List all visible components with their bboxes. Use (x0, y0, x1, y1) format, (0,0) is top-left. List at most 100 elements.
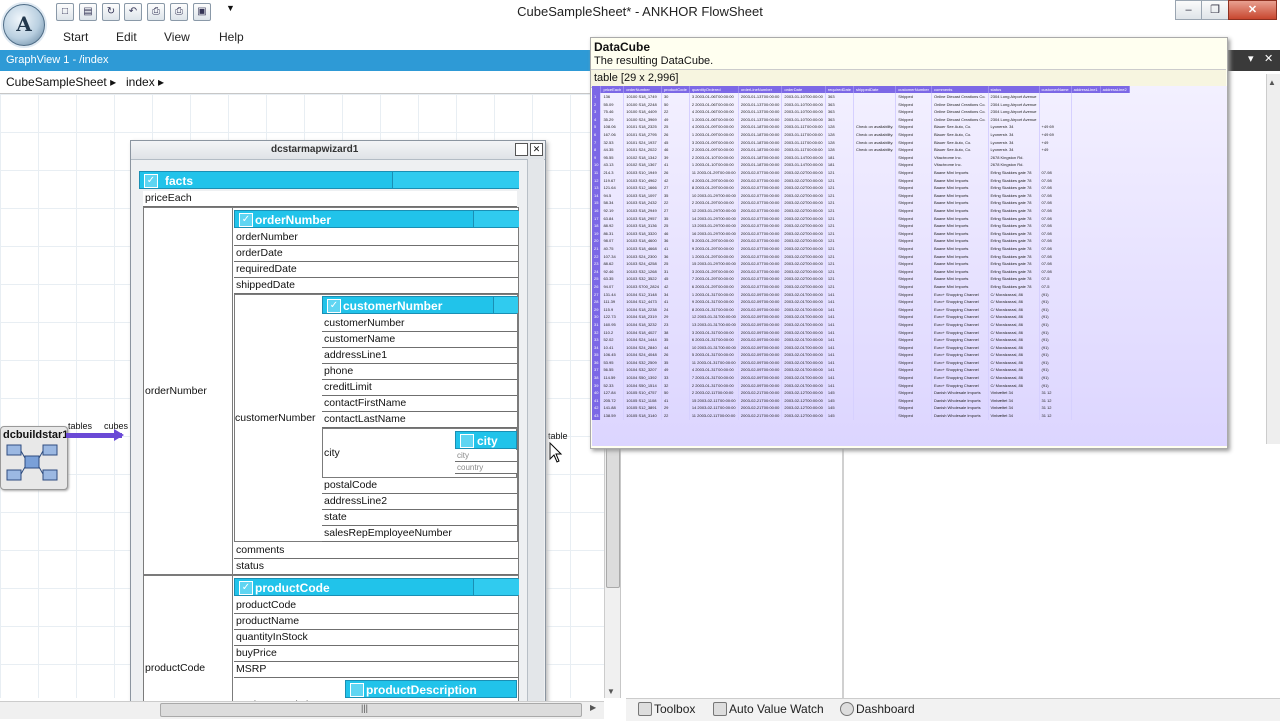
field-customerName[interactable]: customerName (322, 332, 517, 348)
field-postalCode[interactable]: postalCode (322, 478, 517, 494)
wizard-maximize-icon[interactable] (515, 143, 528, 156)
minimize-button[interactable]: – (1175, 0, 1202, 20)
field-state[interactable]: state (322, 510, 517, 526)
field-MSRP[interactable]: MSRP (234, 662, 518, 678)
orderNumber-header[interactable]: ✓ orderNumber (234, 210, 519, 228)
menu-edit[interactable]: Edit (116, 30, 137, 44)
restore-button[interactable]: ❐ (1201, 0, 1229, 20)
table-cell: 39 (661, 153, 690, 162)
breadcrumb-item-sheet[interactable]: CubeSampleSheet ▸ (6, 75, 116, 89)
table-cell: Erling Skakkes gate 78 (988, 222, 1040, 230)
table-cell: Baane Mini Imports (931, 176, 989, 185)
field-city[interactable]: city (455, 450, 517, 462)
scroll-down-icon[interactable]: ▼ (607, 687, 615, 696)
table-cell: 122.73 (600, 313, 625, 321)
right-panel-splitter[interactable] (842, 440, 844, 698)
menu-start[interactable]: Start (63, 30, 88, 44)
table-cell: Erling Skakkes gate 78 (988, 206, 1040, 215)
table-cell: 2003-02-09T00:00:00 (738, 298, 783, 306)
field-priceEach[interactable]: priceEach (143, 191, 517, 207)
table-cell: 24 (592, 267, 602, 276)
print-preview-icon[interactable]: ⎙ (170, 3, 188, 21)
table-cell: 2003-02-07T00:00:00 (738, 267, 783, 276)
vertical-scroll-thumb[interactable] (606, 440, 620, 588)
field-productCode[interactable]: productCode (234, 598, 518, 614)
redo-icon[interactable]: ↻ (102, 3, 120, 21)
close-button[interactable]: ✕ (1228, 0, 1277, 20)
field-productName[interactable]: productName (234, 614, 518, 630)
facts-checkbox[interactable]: ✓ (144, 174, 158, 188)
open-file-icon[interactable]: ▤ (79, 3, 97, 21)
productCode-header[interactable]: ✓ productCode (234, 578, 519, 596)
table-cell: 26 (661, 168, 690, 177)
field-country[interactable]: country (455, 462, 517, 474)
table-cell: Vinbæltet 34 (988, 396, 1040, 405)
customerNumber-header[interactable]: ✓ customerNumber (322, 296, 518, 314)
table-cell (1039, 93, 1072, 101)
table-cell: 50 (661, 389, 690, 397)
wizard-title-bar[interactable]: dcstarmapwizard1 ✕ (131, 141, 545, 160)
tab-dashboard[interactable]: Dashboard (856, 702, 915, 716)
field-status[interactable]: status (234, 559, 518, 575)
customerNumber-checkbox[interactable]: ✓ (327, 299, 341, 313)
dcbuildstar-node[interactable]: dcbuildstar1 (0, 426, 68, 490)
new-file-icon[interactable]: □ (56, 3, 74, 21)
field-shippedDate[interactable]: shippedDate (234, 278, 518, 294)
tab-auto-value-watch[interactable]: Auto Value Watch (729, 702, 824, 716)
field-creditLimit[interactable]: creditLimit (322, 380, 517, 396)
facts-header-extra (392, 172, 519, 188)
field-buyPrice[interactable]: buyPrice (234, 646, 518, 662)
field-quantityInStock[interactable]: quantityInStock (234, 630, 518, 646)
table-cell: 49 (661, 366, 690, 374)
table-cell (853, 313, 897, 321)
table-cell: 31 12 (1039, 389, 1072, 397)
horizontal-scroll-thumb[interactable]: ||| (160, 703, 582, 717)
field-contactFirstName[interactable]: contactFirstName (322, 396, 517, 412)
city-header[interactable]: city (455, 431, 517, 449)
customerNumber-header-label: customerNumber (343, 299, 443, 313)
wizard-close-icon[interactable]: ✕ (530, 143, 543, 156)
field-requiredDate[interactable]: requiredDate (234, 262, 518, 278)
menu-view[interactable]: View (164, 30, 190, 44)
table-cell: Euro+ Shopping Channel (931, 328, 989, 336)
field-orderNumber[interactable]: orderNumber (234, 230, 518, 246)
facts-header[interactable]: ✓ facts (139, 171, 519, 189)
productCode-checkbox[interactable]: ✓ (239, 581, 253, 595)
table-cell: Euro+ Shopping Channel (931, 290, 989, 299)
field-addressLine2[interactable]: addressLine2 (322, 494, 517, 510)
table-cell: Shipped (895, 199, 932, 207)
wizard-scrollbar[interactable] (527, 159, 544, 704)
table-cell: 10103 S24_2300 (623, 252, 662, 261)
menu-help[interactable]: Help (219, 30, 244, 44)
breadcrumb-item-index[interactable]: index ▸ (126, 75, 164, 89)
field-phone[interactable]: phone (322, 364, 517, 380)
field-orderDate[interactable]: orderDate (234, 246, 518, 262)
table-cell: 21 (592, 244, 602, 253)
port-label-table: table (548, 431, 568, 441)
customize-arrow-icon[interactable]: ▼ (226, 3, 235, 13)
undo-icon[interactable]: ↶ (124, 3, 142, 21)
field-comments[interactable]: comments (234, 543, 518, 559)
city-checkbox[interactable] (460, 434, 474, 448)
right-panel-scroll-up-icon[interactable]: ▲ (1268, 78, 1276, 87)
pin-icon[interactable]: ▾ (1248, 52, 1254, 65)
print-icon[interactable]: ⎙ (147, 3, 165, 21)
table-cell: 2003-01-11T00:00:00 (781, 146, 826, 154)
dcstarmapwizard-node[interactable]: dcstarmapwizard1 ✕ ✓ facts priceEach ord… (130, 140, 546, 707)
field-addressLine1[interactable]: addressLine1 (322, 348, 517, 364)
orderNumber-checkbox[interactable]: ✓ (239, 213, 253, 227)
productDescription-header[interactable]: productDescription (345, 680, 517, 698)
tab-toolbox[interactable]: Toolbox (654, 702, 695, 716)
productDescription-checkbox[interactable] (350, 683, 364, 697)
camera-icon[interactable]: ▣ (193, 3, 211, 21)
field-salesRepEmployeeNumber[interactable]: salesRepEmployeeNumber (322, 526, 517, 542)
scroll-right-icon[interactable]: ▶ (590, 703, 596, 712)
panel-close-icon[interactable]: ✕ (1264, 52, 1273, 65)
field-contactLastName[interactable]: contactLastName (322, 412, 517, 428)
table-cell: Euro+ Shopping Channel (931, 313, 989, 321)
table-cell: 26 (592, 282, 602, 291)
field-customerNumber[interactable]: customerNumber (322, 316, 517, 332)
table-cell: 121 (825, 252, 855, 261)
right-panel-scrollbar[interactable] (1266, 74, 1280, 444)
table-cell: 07-98 (1039, 214, 1072, 223)
